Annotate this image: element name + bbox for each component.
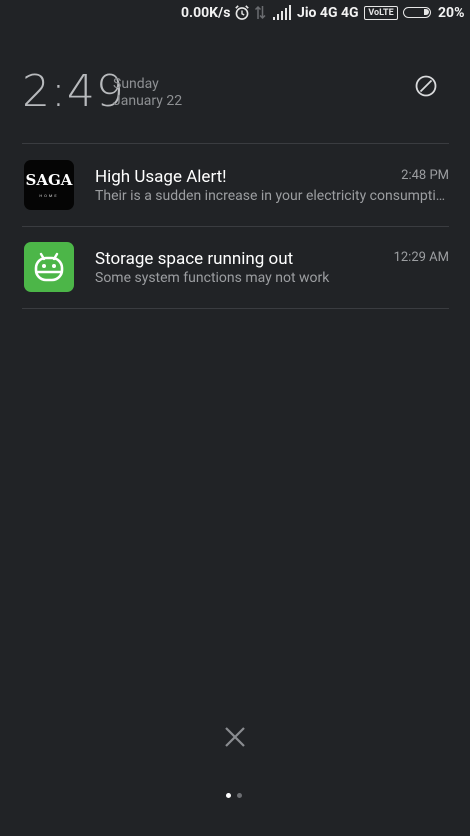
carrier-name: Jio 4G: [297, 5, 338, 21]
status-bar: 0.00K/s Jio 4G 4G VoLTE 20%: [0, 0, 470, 28]
clock: 2:49: [22, 66, 125, 117]
notification-body: Their is a sudden increase in your elect…: [95, 188, 450, 204]
notification-divider: [22, 308, 449, 309]
network-type: 4G: [341, 5, 359, 21]
notification-shade: 0.00K/s Jio 4G 4G VoLTE 20% 2:49 Sunday …: [0, 0, 470, 836]
android-system-icon: [24, 242, 74, 292]
day-label: Sunday: [113, 76, 159, 92]
network-speed: 0.00K/s: [181, 5, 231, 21]
notification-title: Storage space running out: [95, 249, 294, 269]
signal-icon: [273, 5, 291, 20]
saga-logo-text: SAGA: [25, 170, 73, 189]
android-face-icon: [34, 252, 64, 282]
volte-badge: VoLTE: [364, 6, 398, 20]
page-dot: [237, 793, 242, 798]
data-arrows-icon: [254, 5, 266, 20]
page-indicator: [226, 793, 246, 799]
alarm-icon: [235, 5, 249, 20]
notification-high-usage[interactable]: SAGA HOME High Usage Alert! Their is a s…: [20, 144, 450, 226]
date-label: January 22: [113, 93, 183, 109]
battery-fill: [424, 9, 429, 15]
notification-title: High Usage Alert!: [95, 167, 227, 187]
notification-time: 12:29 AM: [393, 250, 449, 265]
close-icon[interactable]: [222, 724, 248, 750]
battery-percent: 20%: [438, 5, 465, 21]
page-dot-active: [226, 793, 231, 798]
battery-icon: [403, 7, 431, 18]
do-not-disturb-icon[interactable]: [414, 74, 438, 98]
saga-app-icon: SAGA HOME: [24, 160, 74, 210]
notification-time: 2:48 PM: [401, 168, 449, 183]
saga-logo-subtext: HOME: [39, 192, 59, 198]
notification-body: Some system functions may not work: [95, 270, 330, 286]
notification-storage[interactable]: Storage space running out Some system fu…: [20, 226, 450, 308]
